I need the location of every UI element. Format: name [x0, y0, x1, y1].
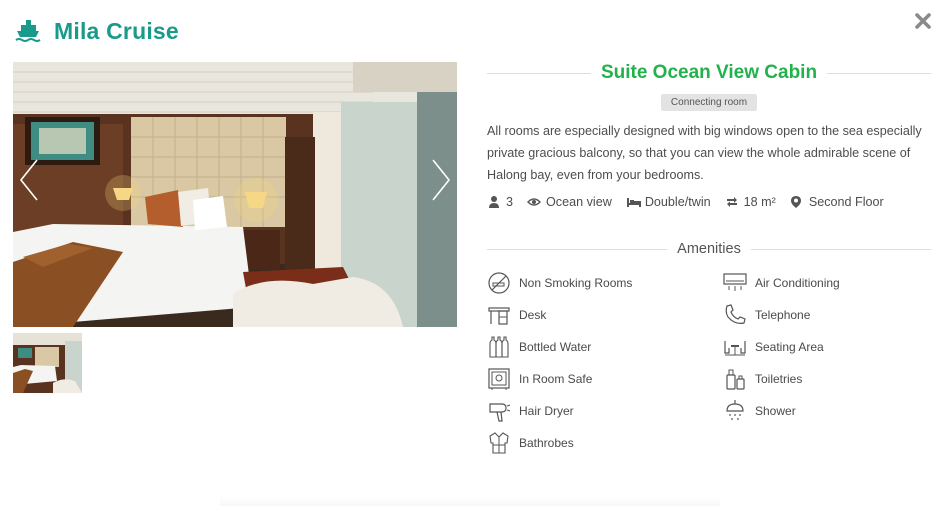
- bottled-water-icon: [487, 335, 511, 359]
- divider: [827, 72, 932, 74]
- page-title: Mila Cruise: [54, 17, 179, 44]
- hair-dryer-icon: [487, 399, 511, 423]
- amenity-label: Seating Area: [755, 340, 824, 354]
- amenity-label: Hair Dryer: [519, 404, 574, 418]
- amenity-item: Bottled Water: [487, 334, 591, 360]
- amenity-label: Shower: [755, 404, 796, 418]
- divider: [750, 248, 932, 250]
- amenities-heading: Amenities: [487, 239, 932, 259]
- amenity-label: Air Conditioning: [755, 276, 840, 290]
- safe-icon: [487, 367, 511, 391]
- no-smoking-icon: [487, 271, 511, 295]
- floor-info: Second Floor: [790, 195, 884, 209]
- cabin-heading: Suite Ocean View Cabin: [487, 58, 932, 88]
- footer-fade: [220, 496, 720, 506]
- chevron-right-icon[interactable]: [429, 158, 453, 202]
- bed-info: Double/twin: [626, 195, 711, 209]
- amenity-item: Telephone: [723, 302, 810, 328]
- divider: [487, 248, 668, 250]
- amenity-item: Seating Area: [723, 334, 824, 360]
- guests-count: 3: [506, 195, 514, 209]
- user-icon: [487, 195, 501, 209]
- floor-label: Second Floor: [808, 195, 884, 209]
- bed-label: Double/twin: [644, 195, 711, 209]
- divider: [487, 72, 591, 74]
- amenity-item: Air Conditioning: [723, 270, 840, 296]
- amenity-label: In Room Safe: [519, 372, 593, 386]
- resize-icon: [725, 195, 739, 209]
- shower-icon: [723, 399, 747, 423]
- map-marker-icon: [790, 195, 804, 209]
- bed-icon: [626, 195, 641, 209]
- desk-icon: [487, 303, 511, 327]
- amenities-title: Amenities: [677, 241, 741, 257]
- modal-header: Mila Cruise: [14, 14, 179, 48]
- amenity-item: Toiletries: [723, 366, 802, 392]
- cabin-photo: [13, 62, 457, 327]
- close-icon[interactable]: [914, 12, 932, 30]
- view-label: Ocean view: [546, 195, 612, 209]
- cabin-thumbnail[interactable]: [13, 333, 82, 393]
- telephone-icon: [723, 303, 747, 327]
- size-info: 18 m²: [725, 195, 776, 209]
- ship-icon: [14, 17, 42, 45]
- air-conditioner-icon: [723, 271, 747, 295]
- amenity-item: Hair Dryer: [487, 398, 574, 424]
- amenity-label: Telephone: [755, 308, 811, 322]
- size-label: 18 m²: [743, 195, 776, 209]
- amenity-item: Desk: [487, 302, 546, 328]
- guests-info: 3: [487, 195, 513, 209]
- amenity-item: In Room Safe: [487, 366, 592, 392]
- connecting-room-badge: Connecting room: [660, 94, 758, 111]
- amenity-label: Toiletries: [755, 372, 803, 386]
- amenity-item: Bathrobes: [487, 430, 574, 456]
- seating-area-icon: [723, 335, 747, 359]
- amenities-list: Non Smoking Rooms Desk Bottled Water In …: [487, 270, 931, 454]
- view-info: Ocean view: [527, 195, 612, 209]
- cabin-details: Suite Ocean View Cabin Connecting room A…: [487, 58, 932, 454]
- bathrobe-icon: [487, 431, 511, 455]
- cabin-name: Suite Ocean View Cabin: [600, 62, 818, 83]
- amenity-label: Bottled Water: [519, 340, 592, 354]
- chevron-left-icon[interactable]: [17, 158, 41, 202]
- eye-icon: [527, 195, 542, 209]
- cabin-description: All rooms are especially designed with b…: [487, 124, 922, 182]
- amenity-label: Bathrobes: [519, 436, 574, 450]
- cabin-meta: 3 Ocean view Double/twin 18 m² Second Fl…: [487, 192, 931, 212]
- toiletries-icon: [723, 367, 747, 391]
- amenity-label: Desk: [519, 308, 547, 322]
- amenity-item: Non Smoking Rooms: [487, 270, 632, 296]
- amenity-label: Non Smoking Rooms: [519, 276, 633, 290]
- amenity-item: Shower: [723, 398, 796, 424]
